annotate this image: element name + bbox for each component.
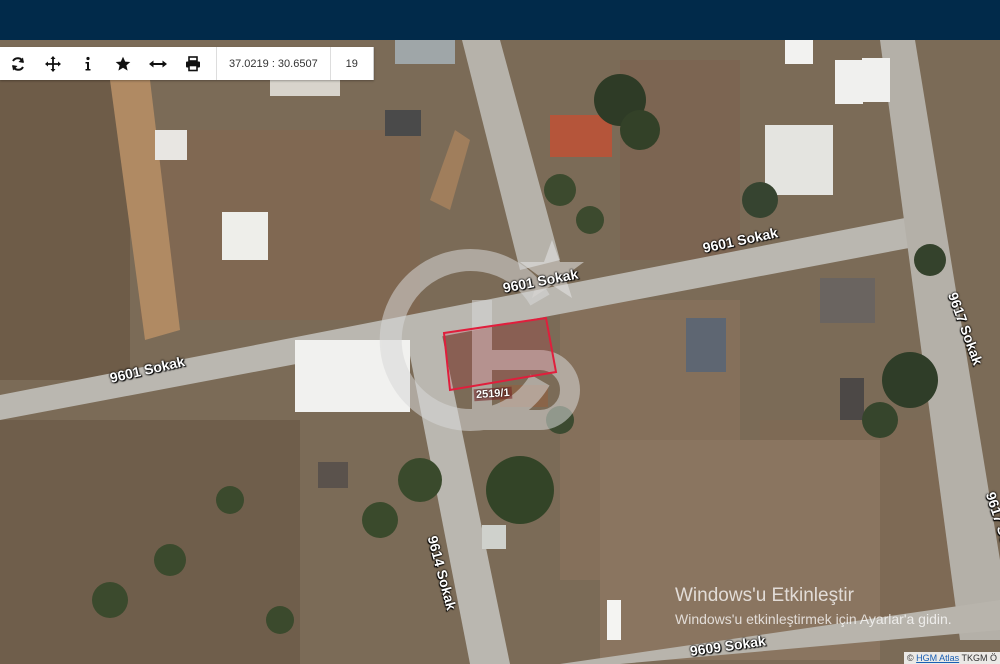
attribution-text: TKGM Ö bbox=[961, 653, 998, 663]
map-view[interactable]: 2519/1 bbox=[0, 40, 1000, 664]
attribution-link[interactable]: HGM Atlas bbox=[916, 653, 959, 663]
refresh-icon bbox=[11, 56, 24, 71]
parcel-boundary[interactable] bbox=[442, 316, 558, 392]
map-attribution: © HGM Atlas TKGM Ö bbox=[903, 652, 1000, 664]
favorite-button[interactable] bbox=[105, 47, 140, 80]
print-button[interactable] bbox=[175, 47, 210, 80]
map-toolbar: 37.0219 : 30.6507 19 bbox=[0, 47, 374, 80]
move-icon bbox=[44, 55, 61, 72]
zoom-level-readout: 19 bbox=[345, 57, 358, 70]
measure-button[interactable] bbox=[140, 47, 175, 80]
parcel-overlay[interactable] bbox=[0, 40, 1000, 664]
info-button[interactable] bbox=[70, 47, 105, 80]
windows-activation-notice: Windows'u Etkinleştir Windows'u etkinleş… bbox=[675, 585, 952, 627]
coordinate-readout: 37.0219 : 30.6507 bbox=[216, 47, 331, 80]
measure-icon bbox=[148, 60, 167, 67]
star-icon bbox=[115, 56, 130, 71]
activation-subtitle: Windows'u etkinleştirmek için Ayarlar'a … bbox=[675, 611, 952, 627]
refresh-button[interactable] bbox=[0, 47, 35, 80]
copyright-symbol: © bbox=[906, 653, 914, 663]
print-icon bbox=[185, 55, 200, 71]
top-header-bar bbox=[0, 0, 1000, 40]
pan-button[interactable] bbox=[35, 47, 70, 80]
activation-title: Windows'u Etkinleştir bbox=[675, 585, 854, 606]
info-icon bbox=[85, 56, 90, 70]
